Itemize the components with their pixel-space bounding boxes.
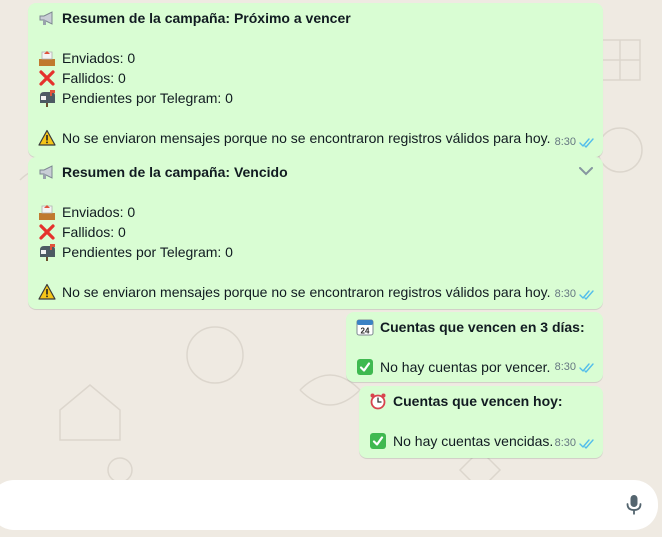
message-meta: 8:30 <box>555 357 595 377</box>
double-check-icon <box>579 137 594 148</box>
pending-count: Pendientes por Telegram: 0 <box>62 90 233 106</box>
double-check-icon <box>579 362 594 373</box>
message-title: Resumen de la campaña: Próximo a vencer <box>62 10 351 26</box>
warning-icon <box>38 129 56 146</box>
megaphone-icon <box>39 11 53 25</box>
failed-count: Fallidos: 0 <box>62 224 126 240</box>
message-bubble-4[interactable]: Cuentas que vencen hoy: No hay cuentas v… <box>359 386 603 458</box>
check-mark-button-icon <box>357 359 373 375</box>
message-title: Cuentas que vencen en 3 días: <box>380 319 585 335</box>
message-time: 8:30 <box>554 361 576 373</box>
cross-mark-icon <box>39 70 55 86</box>
mailbox-icon <box>40 90 55 107</box>
sent-count: Enviados: 0 <box>62 50 136 66</box>
megaphone-icon <box>39 165 53 179</box>
composer-bar <box>0 476 662 537</box>
calendar-icon: 24 <box>356 319 374 336</box>
message-bubble-2[interactable]: Resumen de la campaña: Vencido Enviados:… <box>28 157 603 309</box>
chevron-down-icon[interactable] <box>579 167 593 176</box>
svg-text:24: 24 <box>361 327 370 336</box>
outbox-tray-icon <box>39 205 55 220</box>
message-title: Cuentas que vencen hoy: <box>393 393 563 409</box>
message-body: No hay cuentas por vencer. <box>380 359 551 375</box>
message-body: No hay cuentas vencidas. <box>393 433 554 449</box>
message-time: 8:30 <box>554 136 576 148</box>
pending-count: Pendientes por Telegram: 0 <box>62 244 233 260</box>
mailbox-icon <box>40 244 55 261</box>
message-bubble-1[interactable]: Resumen de la campaña: Próximo a vencer … <box>28 3 603 157</box>
warning-text: No se enviaron mensajes porque no se enc… <box>62 130 551 146</box>
message-time: 8:30 <box>554 288 576 300</box>
cross-mark-icon <box>39 224 55 240</box>
warning-icon <box>38 283 56 300</box>
message-meta: 8:30 <box>555 132 595 152</box>
message-title: Resumen de la campaña: Vencido <box>62 164 288 180</box>
failed-count: Fallidos: 0 <box>62 70 126 86</box>
double-check-icon <box>579 289 594 300</box>
message-input[interactable] <box>0 480 658 530</box>
double-check-icon <box>579 438 594 449</box>
message-meta: 8:30 <box>555 284 595 304</box>
message-time: 8:30 <box>554 437 576 449</box>
sent-count: Enviados: 0 <box>62 204 136 220</box>
message-bubble-3[interactable]: 24 Cuentas que vencen en 3 días: No hay … <box>346 312 603 382</box>
microphone-icon[interactable] <box>626 494 642 516</box>
check-mark-button-icon <box>370 433 386 449</box>
warning-text: No se enviaron mensajes porque no se enc… <box>62 284 551 300</box>
outbox-tray-icon <box>39 51 55 66</box>
alarm-clock-icon <box>370 393 386 410</box>
message-meta: 8:30 <box>555 433 595 453</box>
